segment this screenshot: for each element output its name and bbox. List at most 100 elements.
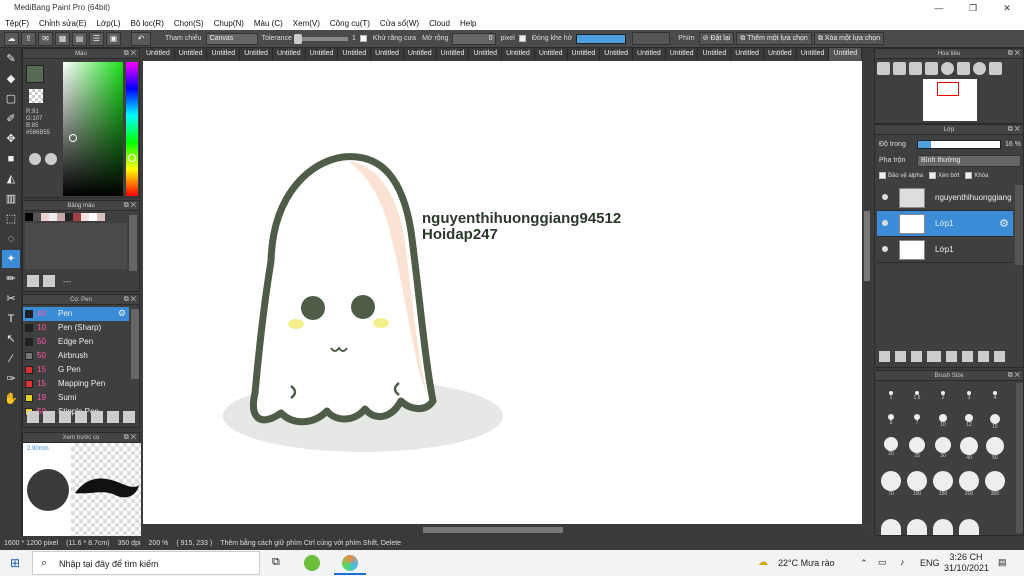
brush-size-cell[interactable]: 200 [957,471,981,497]
comment-icon[interactable]: ✉ [38,31,53,46]
add-brush-icon[interactable] [27,411,39,423]
select-eraser-tool-icon[interactable]: ✂ [2,290,20,308]
pen-tool-icon[interactable]: ✐ [2,110,20,128]
clock[interactable]: 3:26 CH 31/10/2021 [944,552,989,574]
document-tab[interactable]: Untitled [175,48,208,61]
magic-wand-tool-icon[interactable]: ✦ [2,250,20,268]
duplicate-layer-icon[interactable] [962,351,973,362]
tolerance-slider[interactable] [293,33,348,44]
brush-settings-icon[interactable]: ⚙ [118,308,126,319]
tray-up-icon[interactable]: ⌃ [860,558,868,569]
layer-row[interactable]: nguyenthihuonggiang [877,185,1013,211]
document-tab[interactable]: Untitled [731,48,764,61]
brush-size-cell[interactable]: 150 [931,471,955,497]
document-tab[interactable]: Untitled [240,48,273,61]
brush-size-cell[interactable]: 70 [879,471,903,497]
document-tab[interactable]: Untitled [207,48,241,61]
brush-size-scrollbar[interactable] [1016,383,1023,533]
visibility-icon[interactable] [882,220,888,226]
task-view-icon[interactable]: ⧉ [272,556,280,569]
brush-row[interactable]: 50 Airbrush [23,349,129,363]
brush-size-cell[interactable]: 5 [879,414,903,426]
gap-option-button[interactable] [632,32,671,45]
document-tab[interactable]: Untitled [338,48,372,61]
drawing-canvas[interactable]: nguyenthihuonggiang94512 Hoidap247 [143,61,862,524]
list-icon[interactable]: ☰ [89,31,104,46]
rotate-right-icon[interactable] [973,62,986,75]
clipping-checkbox[interactable] [929,172,937,179]
upload-icon[interactable]: ⇪ [21,31,36,46]
rotate-left-icon[interactable] [941,62,954,75]
canvas-horizontal-scrollbar[interactable] [143,524,862,536]
brush-size-cell[interactable]: 3 [957,391,981,401]
document-tab[interactable]: Untitled [698,48,732,61]
brush-size-cell[interactable]: 50 [983,437,1007,461]
brush-size-cell[interactable]: 4 [983,391,1007,401]
delete-brush-icon[interactable] [107,411,119,423]
document-tab[interactable]: Untitled [306,48,339,61]
saturation-value-picker[interactable] [63,62,123,196]
zoom-out-icon[interactable] [893,62,906,75]
layer-row[interactable]: Lớp1 [877,237,1013,263]
delete-layer-icon[interactable] [994,351,1005,362]
menu-color[interactable]: Màu (C) [249,19,288,28]
lock-option[interactable]: Khóa [965,172,988,179]
brush-size-cell[interactable]: 30 [931,437,955,459]
menu-window[interactable]: Cửa sổ(W) [375,19,424,28]
gap-level-bar[interactable] [576,33,627,44]
brush-size-cell[interactable] [905,519,929,535]
operation-tool-icon[interactable]: ↖ [2,330,20,348]
layer-settings-icon[interactable]: ⚙ [999,217,1009,230]
cloud-icon[interactable]: ☁ [4,31,19,46]
menu-select[interactable]: Chọn(S) [169,19,209,28]
brush-row[interactable]: 15 Mapping Pen [23,377,129,391]
blend-mode-select[interactable]: Bình thường [917,155,1021,167]
document-tab[interactable]: Untitled [404,48,437,61]
text-tool-icon[interactable]: T [2,310,20,328]
divide-tool-icon[interactable]: ⁄ [2,350,20,368]
windows-start-icon[interactable]: ⊞ [10,556,20,570]
network-icon[interactable]: ▭ [878,557,887,568]
menu-file[interactable]: Tệp(F) [0,19,34,28]
layout-icon[interactable]: ▣ [106,31,121,46]
new-8bit-layer-icon[interactable] [911,351,922,362]
delete-palette-icon[interactable] [43,275,55,287]
document-tab[interactable]: Untitled [633,48,666,61]
visibility-icon[interactable] [882,246,888,252]
brush-size-cell[interactable] [879,519,903,535]
brush-row[interactable]: 10 Pen (Sharp) [23,321,129,335]
document-tab[interactable]: Untitled [469,48,503,61]
brush-scrollbar[interactable] [131,309,139,379]
brush-size-cell[interactable]: 25 [905,437,929,459]
hand-tool-icon[interactable]: ✋ [2,390,20,408]
panel-icon[interactable]: ▤ [72,31,87,46]
protect-alpha-checkbox[interactable] [879,172,886,179]
expand-input[interactable]: 0 [452,32,497,45]
panel-expand-icon[interactable]: ⧉ ✕ [1008,125,1020,135]
copy-brush-icon[interactable] [59,411,71,423]
new-palette-icon[interactable] [27,275,39,287]
document-tab[interactable]: Untitled [797,48,830,61]
brush-row[interactable]: 19 Sumi [23,391,129,405]
new-halftone-layer-icon[interactable] [895,351,906,362]
brush-size-cell[interactable]: 300 [983,471,1007,497]
document-tab[interactable]: Untitled [142,48,175,61]
panel-expand-icon[interactable]: ⧉ ✕ [124,49,136,59]
color-mixer-icon[interactable] [45,153,57,165]
eraser-tool-icon[interactable]: ◆ [2,70,20,88]
zoom-in-icon[interactable] [877,62,890,75]
lock-checkbox[interactable] [965,172,973,179]
document-tab[interactable]: Untitled [764,48,797,61]
document-tab[interactable]: Untitled [371,48,404,61]
taskbar-search-box[interactable]: ⌕ Nhập tại đây để tìm kiếm [32,551,260,575]
menu-filter[interactable]: Bộ lọc(R) [126,19,169,28]
lasso-tool-icon[interactable]: ◌ [2,230,20,248]
shape-tool-icon[interactable]: ■ [2,150,20,168]
brush-row[interactable]: 50 Edge Pen [23,335,129,349]
brush-size-cell[interactable] [931,519,955,535]
menu-help[interactable]: Help [455,19,481,28]
document-tab[interactable]: Untitled [535,48,568,61]
panel-expand-icon[interactable]: ⧉ ✕ [124,433,136,443]
document-tab-active[interactable]: Untitled [829,48,863,61]
add-selection-button[interactable]: ⧉ Thêm một lựa chọn [736,32,812,45]
